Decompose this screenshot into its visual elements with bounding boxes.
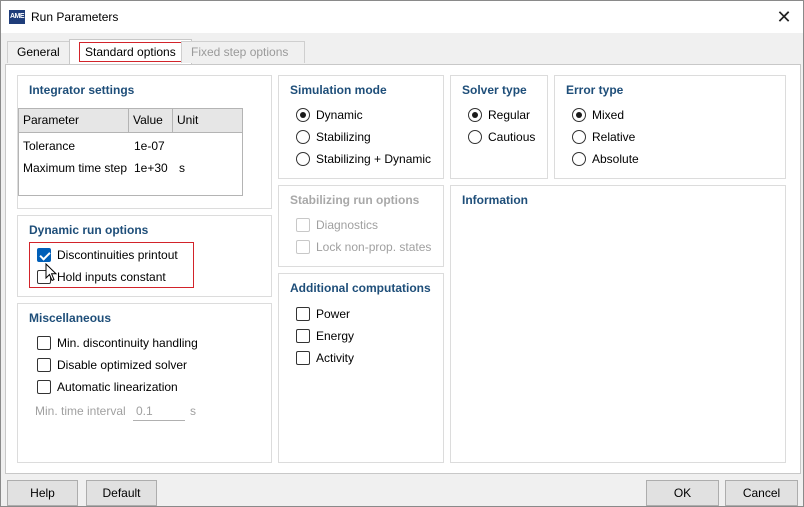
- error-absolute-label: Absolute: [592, 152, 639, 166]
- tab-fixed-step-options-label: Fixed step options: [191, 45, 289, 59]
- checkbox-disabled-icon: [296, 240, 310, 254]
- solver-type-group: Solver type: [450, 75, 548, 179]
- title-bar: AME Run Parameters ✕: [1, 1, 803, 33]
- tab-standard-options[interactable]: Standard options: [69, 39, 192, 65]
- ok-button[interactable]: OK: [646, 480, 719, 506]
- radio-unselected-icon: [468, 130, 482, 144]
- checkbox-unchecked-icon: [37, 336, 51, 350]
- solver-regular-label: Regular: [488, 108, 531, 122]
- column-header-unit[interactable]: Unit: [173, 109, 242, 133]
- radio-selected-icon: [468, 108, 482, 122]
- min-discontinuity-handling-label: Min. discontinuity handling: [57, 336, 198, 350]
- row-tolerance-value[interactable]: 1e-07: [134, 139, 165, 153]
- mouse-cursor-icon: [45, 263, 58, 282]
- solver-cautious-label: Cautious: [488, 130, 536, 144]
- sim-mode-dynamic-label: Dynamic: [316, 108, 363, 122]
- min-time-interval-unit: s: [190, 404, 196, 418]
- row-max-time-step-unit: s: [179, 161, 185, 175]
- integrator-settings-title: Integrator settings: [29, 83, 135, 97]
- automatic-linearization-label: Automatic linearization: [57, 380, 178, 394]
- hold-inputs-constant-label: Hold inputs constant: [57, 270, 166, 284]
- min-time-interval-field: 0.1: [133, 403, 185, 421]
- row-max-time-step-parameter: Maximum time step: [23, 161, 128, 175]
- radio-unselected-icon: [572, 130, 586, 144]
- stabilizing-run-options-title: Stabilizing run options: [290, 193, 420, 207]
- radio-unselected-icon: [572, 152, 586, 166]
- min-time-interval-label: Min. time interval: [35, 404, 126, 418]
- checkbox-disabled-icon: [296, 218, 310, 232]
- checkbox-unchecked-icon: [296, 329, 310, 343]
- row-tolerance-parameter: Tolerance: [23, 139, 76, 153]
- simulation-mode-title: Simulation mode: [290, 83, 387, 97]
- activity-label: Activity: [316, 351, 355, 365]
- tab-standard-options-label: Standard options: [79, 42, 182, 62]
- sim-mode-stabilizing-dynamic-label: Stabilizing + Dynamic: [316, 152, 432, 166]
- run-parameters-dialog: AME Run Parameters ✕ General Standard op…: [0, 0, 804, 507]
- miscellaneous-title: Miscellaneous: [29, 311, 112, 325]
- tab-strip: General Standard options Fixed step opti…: [5, 39, 801, 65]
- tab-general[interactable]: General: [7, 41, 70, 63]
- default-button[interactable]: Default: [86, 480, 157, 506]
- window-title: Run Parameters: [31, 10, 119, 24]
- column-header-value[interactable]: Value: [129, 109, 173, 133]
- close-icon[interactable]: ✕: [773, 6, 795, 28]
- error-type-title: Error type: [566, 83, 624, 97]
- additional-computations-group: Additional computations: [278, 273, 444, 463]
- disable-optimized-solver-label: Disable optimized solver: [57, 358, 188, 372]
- radio-unselected-icon: [296, 152, 310, 166]
- dynamic-run-options-title: Dynamic run options: [29, 223, 149, 237]
- column-header-parameter[interactable]: Parameter: [19, 109, 129, 133]
- app-logo-icon: AME: [9, 10, 25, 24]
- power-label: Power: [316, 307, 351, 321]
- lock-non-prop-states-label: Lock non-prop. states: [316, 240, 432, 254]
- error-mixed-label: Mixed: [592, 108, 625, 122]
- radio-selected-icon: [296, 108, 310, 122]
- energy-label: Energy: [316, 329, 355, 343]
- cancel-button[interactable]: Cancel: [725, 480, 798, 506]
- information-title: Information: [462, 193, 528, 207]
- row-max-time-step-value[interactable]: 1e+30: [134, 161, 168, 175]
- tab-fixed-step-options: Fixed step options: [181, 41, 305, 63]
- solver-type-title: Solver type: [462, 83, 527, 97]
- parameter-table[interactable]: Parameter Value Unit Tolerance 1e-07 Max…: [18, 108, 243, 196]
- table-header: Parameter Value Unit: [19, 109, 242, 133]
- sim-mode-stabilizing-label: Stabilizing: [316, 130, 371, 144]
- help-button[interactable]: Help: [7, 480, 78, 506]
- checkbox-unchecked-icon: [296, 307, 310, 321]
- error-type-group: Error type: [554, 75, 786, 179]
- checkbox-checked-icon: [37, 248, 51, 262]
- tab-general-label: General: [17, 45, 60, 59]
- error-relative-label: Relative: [592, 130, 636, 144]
- discontinuities-printout-label: Discontinuities printout: [57, 248, 178, 262]
- checkbox-unchecked-icon: [296, 351, 310, 365]
- checkbox-unchecked-icon: [37, 380, 51, 394]
- radio-unselected-icon: [296, 130, 310, 144]
- radio-selected-icon: [572, 108, 586, 122]
- diagnostics-label: Diagnostics: [316, 218, 379, 232]
- checkbox-unchecked-icon: [37, 358, 51, 372]
- additional-computations-title: Additional computations: [290, 281, 431, 295]
- information-group: Information: [450, 185, 786, 463]
